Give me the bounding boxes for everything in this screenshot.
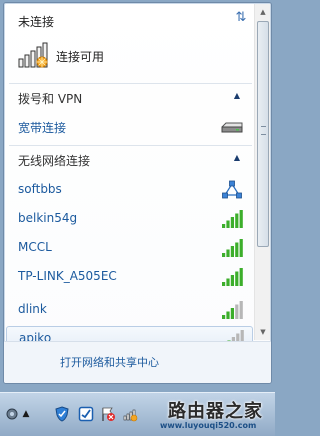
- network-name: TP-LINK_A505EC: [18, 269, 117, 283]
- section-dialup-title: 拨号和 VPN: [18, 92, 83, 106]
- network-item[interactable]: apiko: [6, 326, 253, 341]
- network-tray-icon[interactable]: [122, 406, 138, 422]
- signal-bar: [240, 330, 244, 341]
- scrollbar[interactable]: ▲ ▼: [254, 4, 270, 340]
- signal-bar: [222, 315, 226, 319]
- signal-bar: [222, 224, 226, 228]
- divider: [9, 145, 252, 146]
- section-wireless-title: 无线网络连接: [18, 154, 91, 168]
- security-shield-icon[interactable]: [54, 406, 70, 422]
- network-item[interactable]: softbbs: [6, 178, 253, 202]
- signal-available-icon: [18, 42, 48, 68]
- wifi-signal-icon: [222, 210, 243, 228]
- signal-bar: [235, 304, 239, 319]
- signal-bar: [239, 210, 243, 228]
- signal-bar: [236, 333, 240, 341]
- signal-bar: [230, 275, 234, 286]
- network-list: 未连接 ⇅ 连接可用 拨号和 VPN ▲ 宽带连接 无线网络连接 ▲ softb…: [4, 3, 255, 341]
- modem-icon: [221, 122, 243, 133]
- status-connection-text: 连接可用: [56, 50, 105, 64]
- wifi-signal-icon: [222, 268, 243, 286]
- app-tray-icon[interactable]: [78, 406, 94, 422]
- signal-bar: [222, 282, 226, 286]
- flyout-footer: 打开网络和共享中心: [4, 342, 271, 383]
- signal-bar: [235, 242, 239, 257]
- network-name: softbbs: [18, 182, 62, 196]
- wifi-signal-icon: [222, 239, 243, 257]
- collapse-arrow-icon[interactable]: ▲: [230, 91, 244, 100]
- signal-bar: [222, 253, 226, 257]
- signal-bar: [235, 213, 239, 228]
- scroll-thumb[interactable]: [257, 21, 269, 247]
- network-item[interactable]: belkin54g: [6, 207, 253, 231]
- network-name: MCCL: [18, 240, 52, 254]
- signal-bar: [230, 246, 234, 257]
- dialup-item-broadband[interactable]: 宽带连接: [6, 115, 253, 139]
- network-name: belkin54g: [18, 211, 78, 225]
- network-item[interactable]: MCCL: [6, 236, 253, 260]
- signal-bar: [230, 217, 234, 228]
- network-flyout: 未连接 ⇅ 连接可用 拨号和 VPN ▲ 宽带连接 无线网络连接 ▲ softb…: [3, 2, 272, 384]
- signal-bar: [230, 308, 234, 319]
- signal-bar: [226, 220, 230, 228]
- signal-bar: [226, 311, 230, 319]
- signal-bar: [235, 271, 239, 286]
- wifi-signal-icon: [227, 330, 244, 341]
- open-network-center-link[interactable]: 打开网络和共享中心: [60, 354, 159, 370]
- signal-bar: [239, 268, 243, 286]
- taskbar: ▲ 路由器之家 www.luyouqi520.com: [0, 392, 275, 436]
- network-name: apiko: [19, 331, 52, 341]
- scroll-up-arrow-icon[interactable]: ▲: [255, 4, 271, 20]
- refresh-icon[interactable]: ⇅: [232, 10, 250, 26]
- scroll-down-arrow-icon[interactable]: ▼: [255, 324, 271, 340]
- network-name: dlink: [18, 302, 47, 316]
- divider: [9, 83, 252, 84]
- signal-bar: [239, 301, 243, 319]
- watermark-logo: 路由器之家: [168, 401, 263, 422]
- show-hidden-icons-icon[interactable]: ▲: [18, 406, 34, 422]
- status-title: 未连接: [18, 15, 55, 29]
- signal-bar: [226, 278, 230, 286]
- signal-bar: [226, 249, 230, 257]
- status-row: 连接可用: [18, 41, 238, 71]
- adhoc-network-icon: [222, 180, 242, 199]
- signal-bar: [239, 239, 243, 257]
- action-center-flag-icon[interactable]: [100, 406, 116, 422]
- dialup-item-label: 宽带连接: [18, 121, 67, 135]
- network-item[interactable]: TP-LINK_A505EC: [6, 265, 253, 289]
- wifi-signal-icon: [222, 301, 243, 319]
- network-item[interactable]: dlink: [6, 298, 253, 322]
- watermark-url: www.luyouqi520.com: [160, 421, 257, 430]
- collapse-arrow-icon[interactable]: ▲: [230, 153, 244, 162]
